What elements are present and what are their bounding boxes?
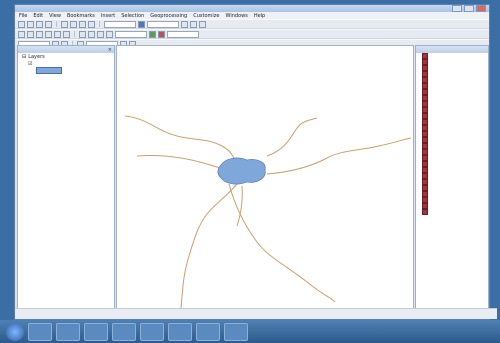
cut-icon[interactable]	[61, 20, 68, 28]
toolbar-separator	[99, 21, 100, 27]
title-bar	[15, 5, 489, 12]
lake-symbol-icon	[36, 67, 62, 74]
menu-view[interactable]: View	[49, 13, 61, 19]
pan-icon[interactable]	[36, 30, 43, 38]
map-display[interactable]	[116, 45, 414, 309]
previous-extent-icon[interactable]	[54, 30, 61, 38]
tools-toolbar	[15, 29, 489, 39]
river-path	[266, 137, 412, 175]
catalog-list	[416, 53, 488, 215]
catalog-icon[interactable]	[190, 20, 197, 28]
menu-file[interactable]: File	[19, 13, 27, 19]
lake-polygon[interactable]	[217, 157, 266, 185]
menu-selection[interactable]: Selection	[121, 13, 144, 19]
zoom-out-icon[interactable]	[27, 30, 34, 38]
toc-layer-symbol	[18, 67, 114, 74]
menu-geoprocessing[interactable]: Geoprocessing	[150, 13, 187, 19]
map-canvas[interactable]	[117, 46, 413, 308]
workspace: × ⊟ Layers ☑	[15, 45, 489, 309]
save-icon[interactable]	[36, 20, 43, 28]
expand-icon[interactable]: ⊟	[22, 54, 26, 60]
minimize-button[interactable]	[452, 5, 462, 12]
taskbar-app[interactable]	[84, 322, 108, 341]
standard-toolbar	[15, 19, 489, 29]
georef-icon[interactable]	[149, 30, 156, 38]
menu-bookmarks[interactable]: Bookmarks	[67, 13, 95, 19]
select-icon[interactable]	[79, 30, 86, 38]
identify-icon[interactable]	[88, 30, 95, 38]
toc-layers-group[interactable]: ⊟ Layers	[18, 53, 114, 60]
print-icon[interactable]	[45, 20, 52, 28]
menu-customize[interactable]: Customize	[193, 13, 219, 19]
river-path	[266, 117, 318, 157]
search-icon[interactable]	[199, 20, 206, 28]
window-controls	[452, 5, 486, 12]
taskbar-app[interactable]	[224, 322, 248, 341]
river-network	[124, 115, 412, 308]
layer-file-icon	[422, 209, 428, 215]
checkbox-icon[interactable]: ☑	[28, 61, 32, 67]
menu-windows[interactable]: Windows	[225, 13, 247, 19]
river-path	[236, 185, 243, 227]
measure-icon[interactable]	[106, 30, 113, 38]
menu-edit[interactable]: Edit	[33, 13, 43, 19]
windows-taskbar	[0, 320, 500, 343]
toc-icon[interactable]	[181, 20, 188, 28]
find-icon[interactable]	[97, 30, 104, 38]
taskbar-app[interactable]	[56, 322, 80, 341]
target-dropdown[interactable]	[167, 30, 199, 38]
close-button[interactable]	[476, 5, 486, 12]
menu-insert[interactable]: Insert	[101, 13, 115, 19]
full-extent-icon[interactable]	[45, 30, 52, 38]
table-of-contents: × ⊟ Layers ☑	[17, 45, 115, 309]
river-path	[228, 183, 336, 303]
layer-dropdown[interactable]	[115, 30, 147, 38]
editor-dropdown[interactable]	[147, 20, 179, 28]
next-extent-icon[interactable]	[63, 30, 70, 38]
spatial-analyst-icon[interactable]	[158, 30, 165, 38]
menu-bar: File Edit View Bookmarks Insert Selectio…	[15, 12, 489, 19]
close-icon[interactable]: ×	[108, 47, 112, 53]
arcmap-window: File Edit View Bookmarks Insert Selectio…	[14, 4, 497, 320]
river-path	[180, 183, 238, 308]
catalog-title-bar	[416, 46, 488, 53]
taskbar-app[interactable]	[28, 322, 52, 341]
delete-icon[interactable]	[88, 20, 95, 28]
catalog-panel	[415, 45, 489, 309]
open-icon[interactable]	[27, 20, 34, 28]
menu-help[interactable]: Help	[254, 13, 265, 19]
toolbar-separator	[56, 21, 57, 27]
layers-label: Layers	[28, 53, 45, 60]
add-data-icon[interactable]	[138, 20, 145, 28]
taskbar-app[interactable]	[140, 322, 164, 341]
scale-field[interactable]	[104, 20, 136, 28]
maximize-button[interactable]	[464, 5, 474, 12]
copy-icon[interactable]	[70, 20, 77, 28]
taskbar-app[interactable]	[196, 322, 220, 341]
status-bar	[15, 308, 497, 319]
toc-layer-item[interactable]: ☑	[18, 60, 114, 67]
taskbar-app[interactable]	[112, 322, 136, 341]
toc-title-bar: ×	[18, 46, 114, 53]
new-icon[interactable]	[18, 20, 25, 28]
toolbar-separator	[74, 31, 75, 37]
taskbar-app[interactable]	[168, 322, 192, 341]
start-button[interactable]	[6, 322, 24, 341]
paste-icon[interactable]	[79, 20, 86, 28]
catalog-item[interactable]	[416, 209, 488, 215]
zoom-in-icon[interactable]	[18, 30, 25, 38]
system-tray[interactable]	[442, 324, 500, 340]
